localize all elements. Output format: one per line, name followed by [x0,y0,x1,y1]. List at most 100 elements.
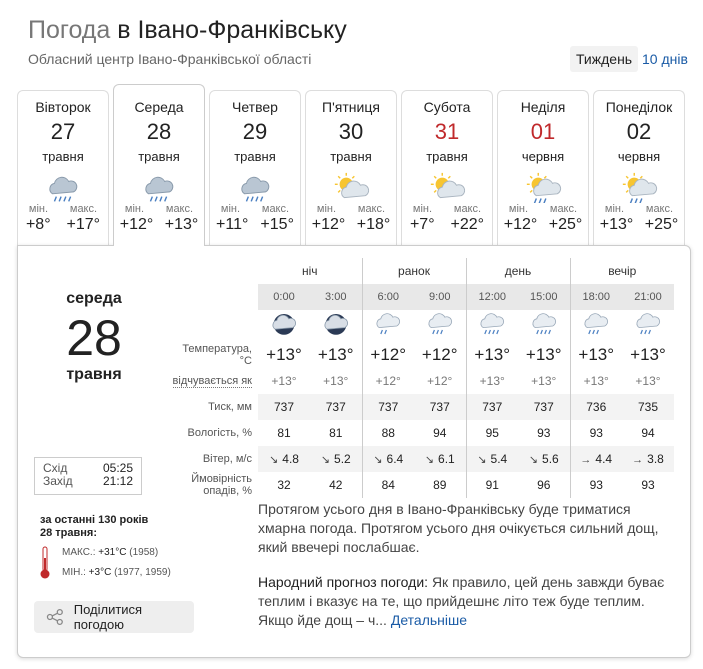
row-label-wind: Вітер, м/с [170,446,258,472]
history-min-value: +3°C [88,567,112,578]
wind-cell: ↘ 6.1 [414,446,466,473]
day-icon-wrap [114,170,204,204]
day-tab-4[interactable]: Субота 31 травня мін. макс. +7° +22° [401,90,493,246]
day-name: П'ятниця [322,99,380,115]
hour-label: 3:00 [310,284,362,310]
hour-label: 21:00 [622,284,674,310]
min-label: мін. [220,203,241,215]
hourly-table: ніч ранок день вечір 0:00 3:00 6:00 9:00 12:00 15… [170,258,674,499]
page-subtitle: Обласний центр Івано-Франківської област… [28,51,312,67]
pressure-cell: 737 [361,394,414,421]
part-label: ранок [361,258,466,284]
hour-icon-cell [361,310,414,343]
precip-cell: 96 [537,478,551,493]
details-link[interactable]: Детальніше [391,612,467,628]
history-max-label: МАКС.: [62,547,96,558]
day-max-temp: +25° [548,216,583,233]
row-label-text: Температура, °C [182,343,252,368]
humidity-cell: 81 [329,426,343,441]
hour-label: 6:00 [361,284,414,310]
share-button[interactable]: Поділитися погодою [34,601,194,633]
row-label-text: Вологість, % [187,427,253,440]
day-number: 31 [434,119,460,144]
sunset-label: Захід [43,474,73,488]
wind-arrow-icon: ↘ [373,454,383,467]
history-heading: за останні 130 років 28 травня: [40,514,148,540]
pressure-cell: 737 [414,394,466,421]
feels-cell: +13° [323,374,349,389]
max-label: макс. [165,203,194,215]
day-max-temp: +18° [356,216,391,233]
selected-month: травня [66,366,122,383]
tab-week[interactable]: Тиждень [570,46,639,72]
pressure-cell: 737 [465,394,518,421]
rain-icon [584,313,609,335]
title-city: в Івано-Франківську [117,16,347,44]
precip-cell: 91 [465,472,518,499]
part-label: вечір [569,258,674,284]
hour-icon-cell [518,310,570,342]
humidity-cell: 93 [537,426,551,441]
feels-cell: +13° [271,374,297,389]
precip-cell: 93 [641,478,655,493]
row-label-text: Вітер, м/с [202,453,252,466]
wind-arrow-icon: ↘ [269,454,279,467]
day-name: Понеділок [605,99,673,115]
pressure-cell: 737 [258,394,310,421]
day-description: Протягом усього дня в Івано-Франківську … [258,501,659,555]
day-tab-3[interactable]: П'ятниця 30 травня мін. макс. +12° +18° [305,90,397,246]
precip-cell: 93 [569,472,622,499]
wind-cell: ↘ 4.8 [258,446,310,473]
row-label-precip: Ймовірність опадів, % [170,472,258,498]
day-tab-2[interactable]: Четвер 29 травня мін. макс. +11° +15° [209,90,301,246]
humidity-cell: 94 [433,426,447,441]
hour-icon-cell [465,310,518,343]
hour-label: 12:00 [465,284,518,310]
part-label: день [465,258,570,284]
day-min-temp: +12° [311,216,346,233]
temp-cell: +13° [630,345,666,365]
thermometer-icon [40,546,50,579]
day-tab-5[interactable]: Неділя 01 червня мін. макс. +12° +25° [497,90,589,246]
day-name: Субота [423,99,471,115]
corner-cell [170,284,258,310]
wind-speed: 5.2 [334,452,351,467]
hour-label: 9:00 [414,284,466,310]
tab-ten-days[interactable]: 10 днів [636,46,694,72]
precip-cell: 32 [277,478,291,493]
wind-speed: 3.8 [647,452,664,467]
humidity-cell: 94 [641,426,655,441]
part-label: ніч [301,264,318,278]
temp-cell: +13° [317,345,354,365]
min-label: мін. [316,203,337,215]
row-label-text: Ймовірність опадів, % [191,473,252,498]
day-max-temp: +17° [66,216,101,233]
min-label: мін. [124,203,145,215]
hour-icon-cell [622,310,674,342]
history-min-label: МІН.: [62,567,86,578]
day-tab-6[interactable]: Понеділок 02 червня мін. макс. +13° +25° [593,90,685,246]
feels-cell: +12° [361,368,414,395]
feels-cell: +13° [635,374,661,389]
share-icon [46,608,63,626]
selected-day-number: 28 [66,310,122,366]
day-max-temp: +13° [164,216,199,233]
wind-cell: → 3.8 [622,446,674,473]
selected-day: середа 28 травня [18,290,170,384]
humidity-cell: 95 [465,420,518,447]
day-name: Вівторок [35,99,91,115]
max-label: макс. [357,203,386,215]
wind-speed: 4.4 [595,452,613,467]
night-cloud-icon [324,313,348,335]
feels-cell: +13° [531,374,557,389]
day-icon-wrap [402,170,492,204]
day-tab-0[interactable]: Вівторок 27 травня мін. макс. +8° +17° [17,90,109,246]
selected-weekday: середа [66,290,122,307]
day-tab-1[interactable]: Середа 28 травня мін. макс. +12° +13° [113,84,205,246]
row-label-temp: Температура, °C [170,342,258,368]
sunrise-sunset-box: Схід 05:25 Захід 21:12 [34,457,142,495]
light-rain-icon [376,313,401,335]
day-detail-panel: середа 28 травня Схід 05:25 Захід 21:12 за… [17,245,691,658]
temp-cell: +13° [569,342,622,369]
day-number: 02 [626,119,652,144]
